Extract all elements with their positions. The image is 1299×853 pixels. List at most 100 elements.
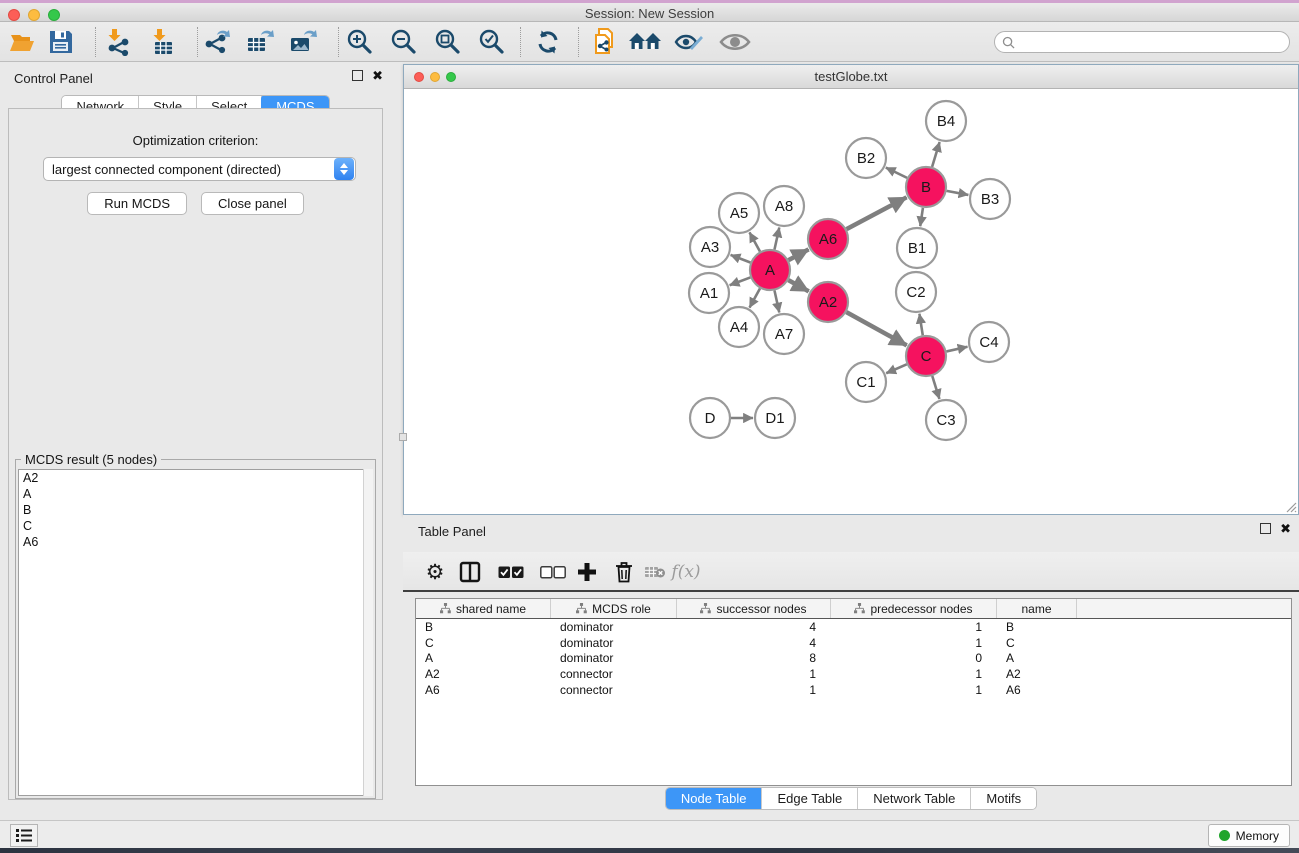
export-table-icon[interactable] — [243, 26, 277, 58]
table-settings-icon[interactable]: ⚙ — [420, 557, 450, 587]
column-header-shared-name[interactable]: shared name — [416, 599, 551, 618]
result-item[interactable]: C — [19, 518, 372, 534]
edge-C-C4[interactable] — [946, 347, 967, 352]
result-item[interactable]: A — [19, 486, 372, 502]
result-item[interactable]: A2 — [19, 470, 372, 486]
node-table[interactable]: shared nameMCDS rolesuccessor nodesprede… — [415, 598, 1292, 786]
delete-table-icon[interactable] — [640, 557, 670, 587]
mcds-result-group: MCDS result (5 nodes) A2ABCA6 — [15, 459, 376, 799]
float-table-panel-icon[interactable] — [1260, 523, 1271, 534]
save-session-icon[interactable] — [44, 26, 78, 58]
cell-predecessor-nodes: 0 — [831, 651, 997, 665]
control-panel-title: Control Panel — [14, 71, 93, 86]
tab-edge-table[interactable]: Edge Table — [762, 788, 858, 809]
node-label-B: B — [921, 179, 931, 196]
zoom-fit-icon[interactable] — [431, 26, 465, 58]
edge-A2-C[interactable] — [846, 312, 906, 345]
edge-A-A7[interactable] — [774, 291, 779, 313]
edge-B-B2[interactable] — [886, 168, 907, 178]
memory-status-icon — [1219, 830, 1230, 841]
toolbar-separator — [338, 27, 339, 57]
hierarchy-icon — [854, 603, 865, 614]
tab-motifs[interactable]: Motifs — [971, 788, 1036, 809]
edge-C-C3[interactable] — [932, 376, 939, 399]
cell-predecessor-nodes: 1 — [831, 636, 997, 650]
result-item[interactable]: A6 — [19, 534, 372, 550]
resize-grip-icon[interactable] — [1283, 499, 1297, 513]
node-label-C: C — [921, 348, 932, 365]
column-header-name[interactable]: name — [997, 599, 1077, 618]
memory-button[interactable]: Memory — [1208, 824, 1290, 847]
edge-A6-B[interactable] — [847, 197, 907, 229]
select-all-icon[interactable] — [496, 557, 526, 587]
task-history-button[interactable] — [10, 824, 38, 847]
node-label-A5: A5 — [730, 205, 748, 222]
column-header-predecessor-nodes[interactable]: predecessor nodes — [831, 599, 997, 618]
edge-A-A5[interactable] — [750, 232, 760, 251]
result-item[interactable]: B — [19, 502, 372, 518]
edge-C-C1[interactable] — [886, 364, 907, 373]
edge-A-A1[interactable] — [730, 277, 751, 285]
open-session-icon[interactable] — [6, 26, 40, 58]
mcds-result-list[interactable]: A2ABCA6 — [18, 469, 373, 796]
show-network-icon[interactable] — [718, 26, 752, 58]
cell-successor-nodes: 1 — [677, 667, 831, 681]
network-canvas[interactable]: B4B2BB3A5A8A6B1A3AA1A2C2A4A7CC4C1C3DD1 — [404, 89, 1298, 514]
edge-A-A4[interactable] — [750, 288, 760, 307]
edge-C-C2[interactable] — [919, 314, 922, 336]
search-icon — [1002, 36, 1015, 49]
show-columns-icon[interactable] — [455, 557, 485, 587]
refresh-icon[interactable] — [531, 26, 565, 58]
edge-A-A2[interactable] — [788, 280, 808, 291]
close-panel-button[interactable]: Close panel — [201, 192, 304, 215]
optimization-criterion-select[interactable]: largest connected component (directed) — [43, 157, 356, 181]
column-header-successor-nodes[interactable]: successor nodes — [677, 599, 831, 618]
result-scrollbar[interactable] — [363, 469, 373, 796]
zoom-out-icon[interactable] — [387, 26, 421, 58]
export-network-icon[interactable] — [201, 26, 235, 58]
duplicate-network-icon[interactable] — [588, 26, 622, 58]
table-row[interactable]: A2connector11A2 — [416, 666, 1291, 682]
run-mcds-button[interactable]: Run MCDS — [87, 192, 187, 215]
network-window-titlebar[interactable]: testGlobe.txt — [404, 65, 1298, 89]
float-panel-icon[interactable] — [352, 70, 363, 81]
cell-name: C — [997, 636, 1077, 650]
close-panel-icon[interactable]: ✖ — [372, 70, 383, 81]
function-builder-icon[interactable]: f(x) — [671, 557, 701, 587]
hide-network-icon[interactable] — [672, 26, 706, 58]
delete-column-icon[interactable] — [609, 557, 639, 587]
cell-MCDS-role: dominator — [551, 651, 677, 665]
table-row[interactable]: Bdominator41B — [416, 619, 1291, 635]
cell-name: A — [997, 651, 1077, 665]
tab-network-table[interactable]: Network Table — [858, 788, 971, 809]
search-input[interactable] — [1019, 35, 1269, 49]
node-label-B1: B1 — [908, 240, 926, 257]
add-column-icon[interactable] — [572, 557, 602, 587]
edge-A-A8[interactable] — [774, 227, 779, 249]
edge-A-A6[interactable] — [789, 249, 809, 260]
edge-B-B1[interactable] — [920, 208, 923, 226]
import-network-icon[interactable] — [101, 26, 135, 58]
column-header-MCDS-role[interactable]: MCDS role — [551, 599, 677, 618]
table-row[interactable]: A6connector11A6 — [416, 682, 1291, 698]
deselect-all-icon[interactable] — [538, 557, 568, 587]
zoom-selected-icon[interactable] — [475, 26, 509, 58]
table-row[interactable]: Adominator80A — [416, 651, 1291, 667]
node-label-A2: A2 — [819, 294, 837, 311]
home-icon[interactable] — [628, 26, 662, 58]
desktop-strip — [0, 848, 1299, 853]
edge-B-B3[interactable] — [947, 191, 969, 195]
edge-A-A3[interactable] — [731, 255, 751, 263]
export-image-icon[interactable] — [286, 26, 320, 58]
mcds-result-title: MCDS result (5 nodes) — [21, 452, 161, 467]
zoom-in-icon[interactable] — [343, 26, 377, 58]
close-table-panel-icon[interactable]: ✖ — [1280, 523, 1291, 534]
edge-B-B4[interactable] — [932, 142, 940, 167]
optimization-criterion-label: Optimization criterion: — [9, 133, 382, 148]
search-field[interactable] — [994, 31, 1290, 53]
tab-node-table[interactable]: Node Table — [666, 788, 763, 809]
frame-resize-handle[interactable] — [399, 433, 407, 441]
import-table-icon[interactable] — [146, 26, 180, 58]
table-panel: Table Panel ✖ ⚙ — [403, 515, 1299, 820]
table-row[interactable]: Cdominator41C — [416, 635, 1291, 651]
